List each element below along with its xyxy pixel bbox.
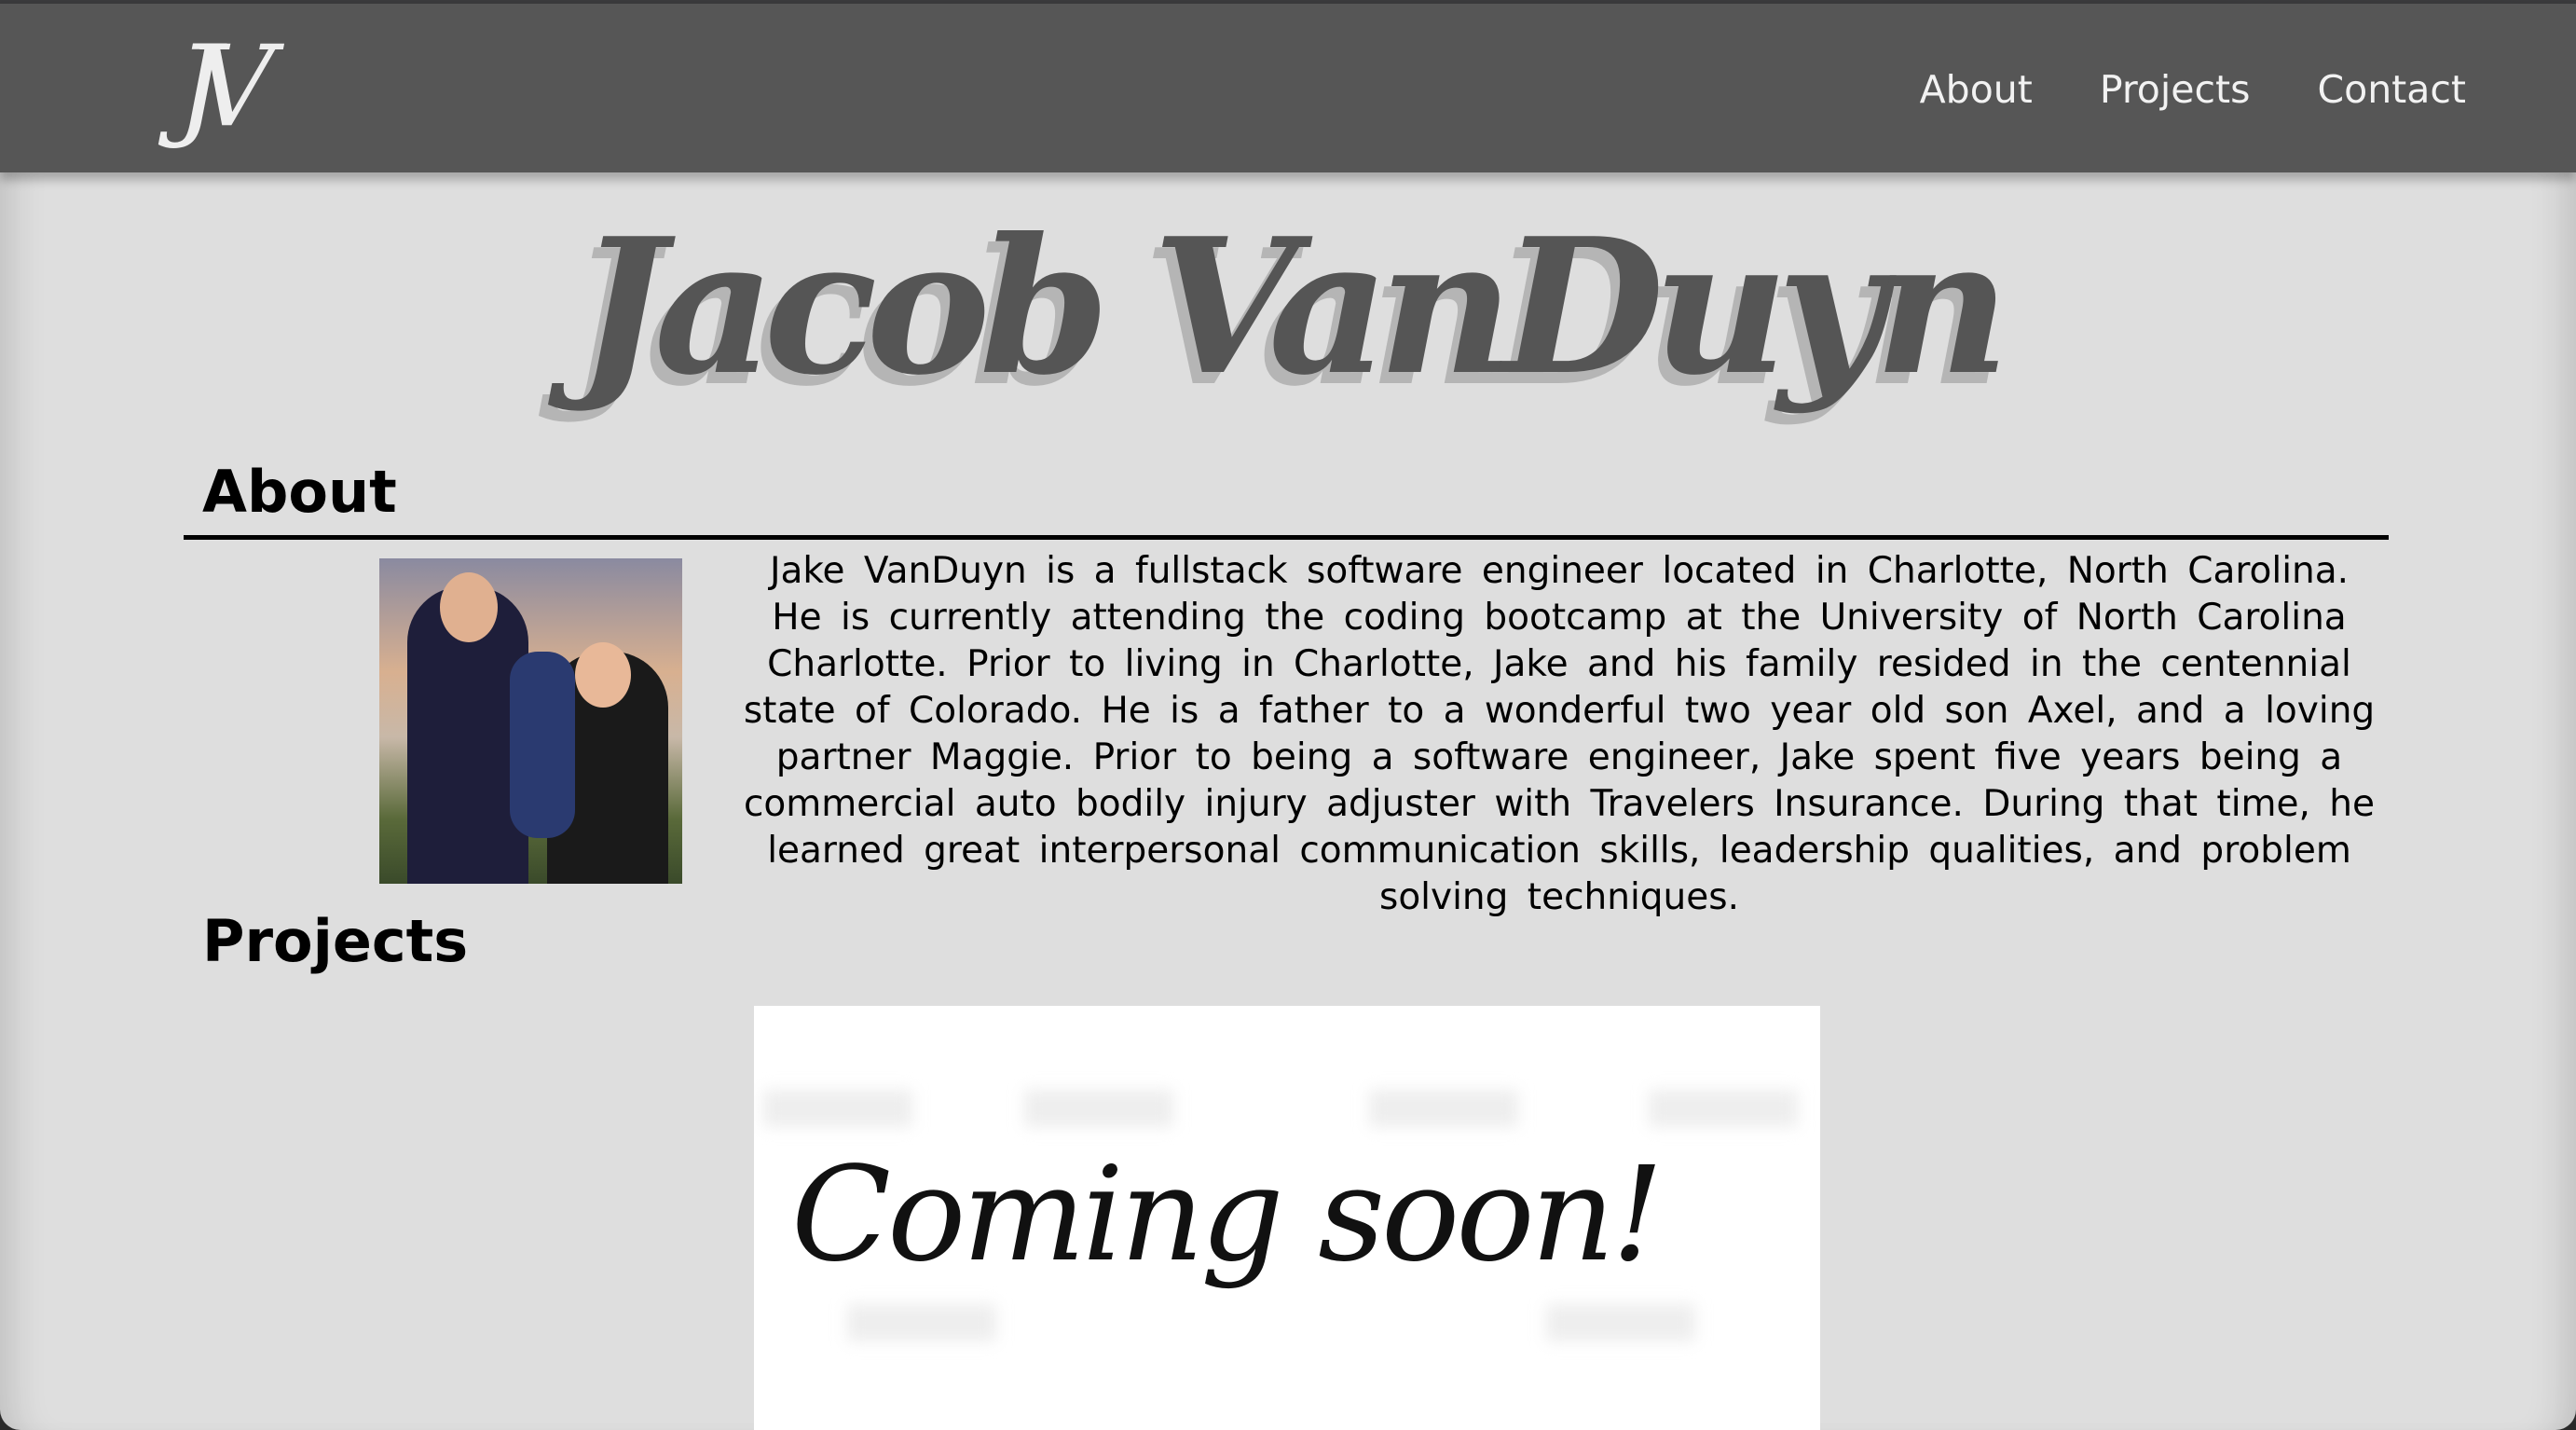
nav-projects[interactable]: Projects <box>2100 67 2251 112</box>
nav-contact[interactable]: Contact <box>2317 67 2466 112</box>
coming-soon-image: Coming soon! <box>754 1006 1820 1430</box>
photo-figure <box>440 572 498 642</box>
photo-figure <box>575 642 631 708</box>
nav-about[interactable]: About <box>1920 67 2033 112</box>
photo-figure <box>510 652 575 838</box>
about-divider <box>184 535 2389 540</box>
site-title: Jacob VanDuyn <box>577 198 2009 417</box>
page: JV About Projects Contact Jacob VanDuyn … <box>0 0 2576 1430</box>
logo[interactable]: JV <box>177 22 275 152</box>
main-nav: About Projects Contact <box>1920 67 2466 112</box>
watermark <box>1546 1304 1695 1341</box>
coming-soon-text: Coming soon! <box>791 1139 1664 1291</box>
watermark <box>763 1090 912 1127</box>
watermark <box>847 1304 996 1341</box>
watermark <box>1369 1090 1518 1127</box>
projects-heading: Projects <box>202 907 469 975</box>
about-heading: About <box>202 458 397 526</box>
about-paragraph: Jake VanDuyn is a fullstack software eng… <box>743 550 2376 918</box>
watermark <box>1649 1090 1798 1127</box>
family-photo <box>379 558 682 884</box>
site-header: JV About Projects Contact <box>0 4 2576 172</box>
watermark <box>1024 1090 1173 1127</box>
